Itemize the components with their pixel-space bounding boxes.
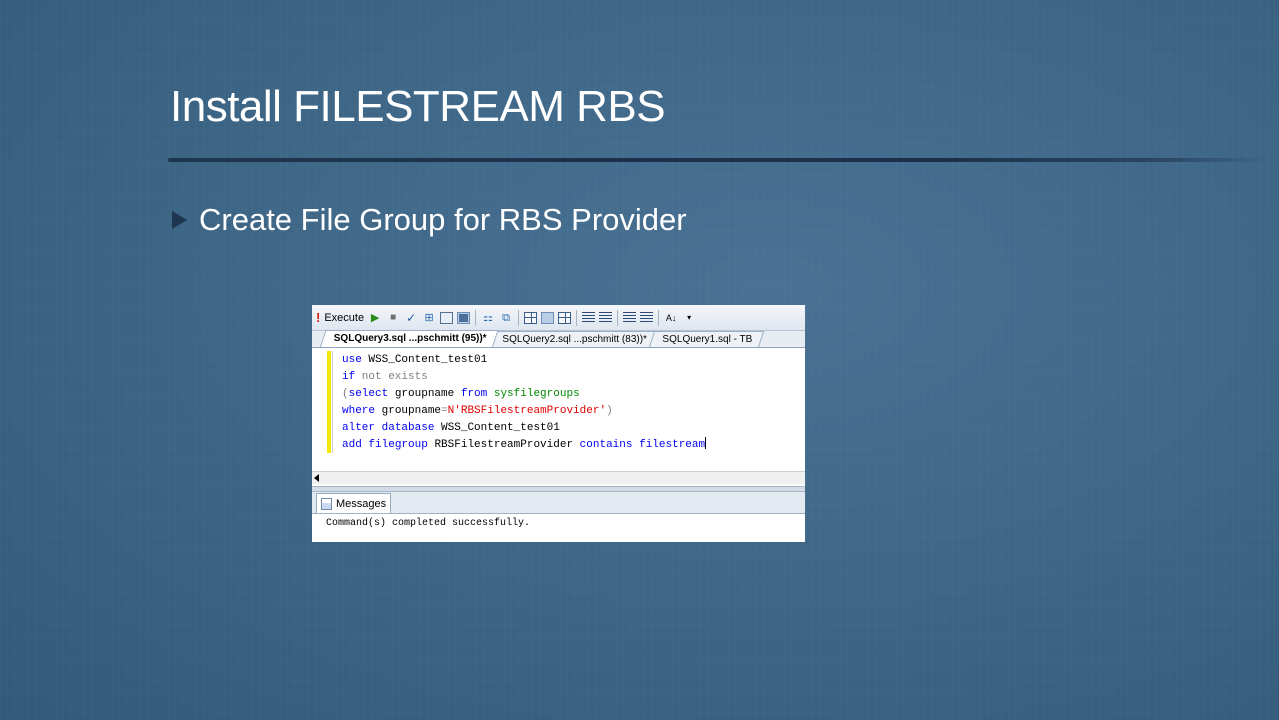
messages-output: Command(s) completed successfully. bbox=[326, 518, 531, 529]
editor-margin-line bbox=[332, 351, 333, 453]
code-token: add bbox=[342, 439, 362, 451]
toolbar-separator bbox=[658, 309, 660, 326]
code-token: ( bbox=[342, 388, 349, 400]
messages-icon bbox=[321, 497, 332, 510]
toolbar-overflow-icon[interactable]: ▾ bbox=[682, 311, 696, 325]
toolbar-separator bbox=[475, 309, 477, 326]
code-token: WSS_Content_test01 bbox=[361, 354, 488, 366]
bullet-text: Create File Group for RBS Provider bbox=[199, 202, 687, 237]
tab-sqlquery1[interactable]: SQLQuery1.sql - TB bbox=[649, 331, 765, 347]
code-token: where bbox=[342, 405, 376, 417]
code-token: RBSFilestreamProvider bbox=[427, 439, 580, 451]
code-token: from bbox=[460, 388, 488, 400]
code-line[interactable]: where groupname=N'RBSFilestreamProvider'… bbox=[342, 403, 706, 420]
debug-play-icon[interactable]: ▶ bbox=[368, 311, 382, 325]
code-token: groupname bbox=[375, 405, 442, 417]
editor-tabs: SQLQuery3.sql ...pschmitt (95))* SQLQuer… bbox=[312, 330, 805, 348]
database-tree-icon[interactable]: ⊞ bbox=[422, 311, 436, 325]
messages-tab-label: Messages bbox=[336, 497, 387, 510]
code-token: filegroup bbox=[368, 439, 428, 451]
stop-icon[interactable]: ■ bbox=[386, 311, 400, 325]
horizontal-scrollbar[interactable] bbox=[312, 471, 805, 484]
code-line[interactable]: use WSS_Content_test01 bbox=[342, 352, 706, 369]
execute-label: Execute bbox=[324, 311, 365, 324]
code-token: = bbox=[441, 405, 448, 417]
execute-icon: ! bbox=[316, 310, 321, 325]
tab-sqlquery2[interactable]: SQLQuery2.sql ...pschmitt (83))* bbox=[488, 331, 659, 347]
toolbar-separator bbox=[576, 309, 578, 326]
tab-messages[interactable]: Messages bbox=[316, 493, 392, 513]
bullet-arrow-icon bbox=[172, 211, 187, 229]
execute-button[interactable]: ! Execute bbox=[316, 309, 364, 327]
decrease-indent-icon[interactable] bbox=[623, 311, 637, 324]
changed-lines-marker bbox=[327, 351, 331, 453]
display-plan-icon[interactable] bbox=[440, 311, 454, 324]
parse-check-icon[interactable]: ✓ bbox=[404, 311, 418, 325]
ssms-screenshot: ! Execute ▶ ■ ✓ ⊞ ⚏ ⧉ A↓ ▾ SQLQuery3.sql… bbox=[312, 305, 805, 542]
code-token: alter bbox=[342, 422, 376, 434]
tab-sqlquery3[interactable]: SQLQuery3.sql ...pschmitt (95))* bbox=[320, 330, 499, 347]
sql-editor[interactable]: use WSS_Content_test01 if not exists (sele… bbox=[312, 348, 805, 486]
code-token: use bbox=[342, 354, 362, 366]
code-token: filestream bbox=[639, 439, 706, 451]
code-token: sysfilegroups bbox=[487, 388, 580, 400]
query-options-icon[interactable] bbox=[457, 311, 471, 324]
toolbar-separator bbox=[617, 309, 619, 326]
bullet-item: Create File Group for RBS Provider bbox=[172, 202, 687, 238]
slide-title: Install FILESTREAM RBS bbox=[170, 82, 666, 131]
comment-lines-icon[interactable] bbox=[582, 311, 596, 324]
code-token: not exists bbox=[355, 371, 428, 383]
increase-indent-icon[interactable] bbox=[640, 311, 654, 324]
code-token: if bbox=[342, 371, 356, 383]
scroll-left-icon[interactable] bbox=[314, 474, 319, 482]
results-to-grid-icon[interactable] bbox=[541, 311, 555, 324]
code-token: select bbox=[348, 388, 389, 400]
text-caret bbox=[705, 437, 707, 449]
toolbar-separator bbox=[518, 309, 520, 326]
code-line[interactable]: alter database WSS_Content_test01 bbox=[342, 420, 706, 437]
code-token: contains bbox=[579, 439, 633, 451]
sql-editor-toolbar: ! Execute ▶ ■ ✓ ⊞ ⚏ ⧉ A↓ ▾ bbox=[312, 305, 805, 331]
code-token: database bbox=[381, 422, 435, 434]
uncomment-lines-icon[interactable] bbox=[599, 311, 613, 324]
title-divider bbox=[168, 158, 1268, 162]
specify-values-icon[interactable]: A↓ bbox=[664, 311, 678, 325]
tab-label: SQLQuery2.sql ...pschmitt (83))* bbox=[502, 334, 647, 345]
code-token: WSS_Content_test01 bbox=[434, 422, 560, 434]
code-token: groupname bbox=[388, 388, 461, 400]
intellisense-icon[interactable]: ⚏ bbox=[481, 311, 495, 325]
sql-code[interactable]: use WSS_Content_test01 if not exists (sele… bbox=[342, 352, 707, 454]
tab-label: SQLQuery1.sql - TB bbox=[662, 334, 753, 345]
tab-label: SQLQuery3.sql ...pschmitt (95))* bbox=[333, 333, 487, 344]
results-tabs: Messages bbox=[312, 492, 805, 514]
include-plan-icon[interactable]: ⧉ bbox=[499, 311, 513, 325]
code-line[interactable]: if not exists bbox=[342, 369, 706, 386]
results-to-file-icon[interactable] bbox=[558, 311, 572, 324]
code-line[interactable]: (select groupname from sysfilegroups bbox=[342, 386, 706, 403]
code-token: N'RBSFilestreamProvider' bbox=[447, 405, 607, 417]
code-line[interactable]: add filegroup RBSFilestreamProvider cont… bbox=[342, 437, 707, 454]
results-to-text-icon[interactable] bbox=[524, 311, 538, 324]
code-token: ) bbox=[606, 405, 613, 417]
